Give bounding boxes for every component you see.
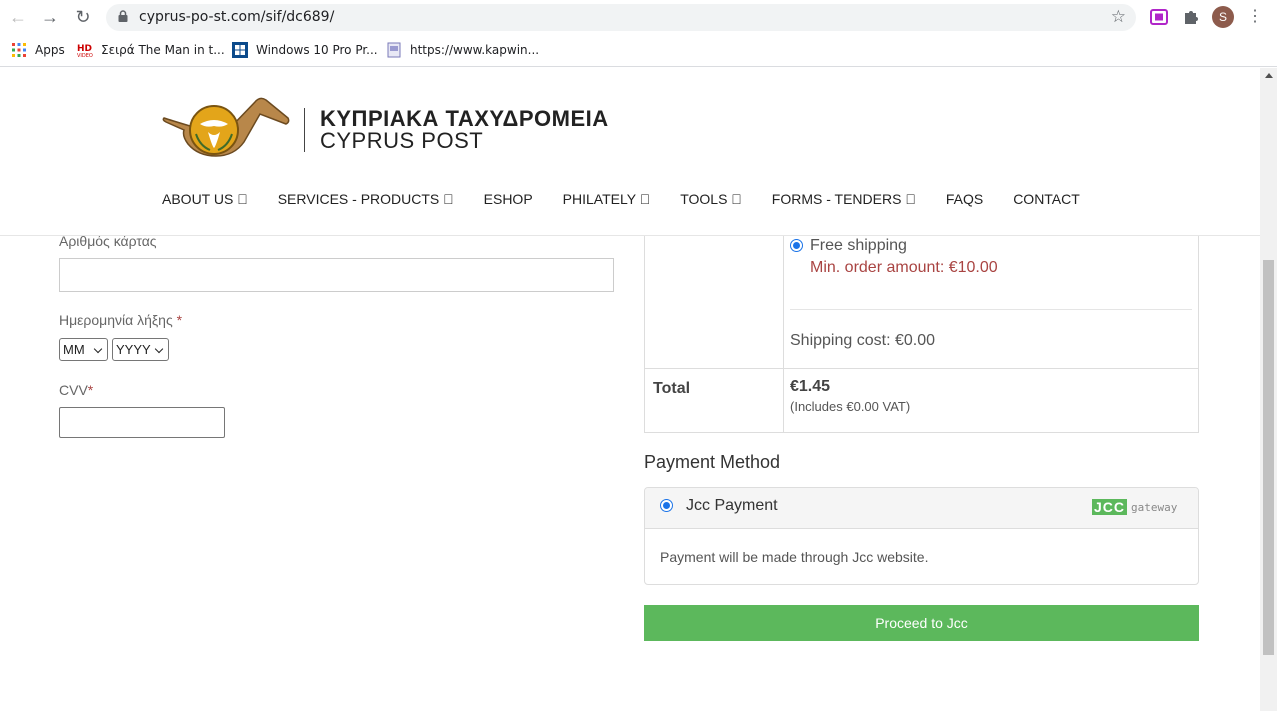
- extension-screen-icon[interactable]: [1149, 7, 1169, 27]
- bookmark-windows[interactable]: Windows 10 Pro Pr...: [232, 41, 378, 59]
- nav-faqs[interactable]: FAQS: [946, 191, 983, 207]
- forward-icon[interactable]: →: [39, 6, 61, 28]
- logo-divider: [304, 108, 305, 152]
- nav-tools[interactable]: TOOLS : [680, 191, 742, 207]
- card-number-input[interactable]: [59, 258, 614, 292]
- reload-icon[interactable]: ↻: [72, 6, 94, 28]
- expiry-label: Ημερομηνία λήξης *: [59, 312, 182, 328]
- free-shipping-radio[interactable]: [790, 239, 803, 252]
- windows-icon: [232, 42, 248, 58]
- vat-note: (Includes €0.00 VAT): [790, 399, 911, 414]
- shipping-divider: [790, 309, 1192, 310]
- jcc-logo-brand: JCC: [1092, 499, 1128, 515]
- bookmark-label: Windows 10 Pro Pr...: [256, 43, 378, 57]
- more-menu-icon[interactable]: ⋮: [1244, 6, 1266, 28]
- expiry-month-select[interactable]: MM: [59, 338, 108, 361]
- site-header: ΚΥΠΡΙΑΚΑ ΤΑΧΥΔΡΟΜΕΙΑ CYPRUS POST ABOUT U…: [0, 68, 1260, 236]
- bookmark-label: https://www.kapwin...: [410, 43, 540, 57]
- cvv-label: CVV*: [59, 382, 93, 398]
- nav-about-us[interactable]: ABOUT US : [162, 191, 248, 207]
- page-icon: [387, 42, 401, 58]
- jcc-payment-label: Jcc Payment: [686, 497, 778, 514]
- payment-method-panel: Jcc Payment JCC gateway Payment will be …: [644, 487, 1199, 585]
- svg-text:VIDEO: VIDEO: [77, 53, 93, 58]
- logo-text-english: CYPRUS POST: [320, 128, 484, 153]
- cvv-input[interactable]: [59, 407, 225, 438]
- expiry-year-value: YYYY: [116, 342, 151, 357]
- required-marker: *: [176, 312, 183, 328]
- browser-toolbar: ← → ↻ cyprus-po-st.com/sif/dc689/ ☆ S ⋮: [0, 0, 1277, 34]
- required-marker: *: [87, 382, 94, 398]
- jcc-gateway-logo: JCC gateway: [1092, 499, 1177, 515]
- shipping-min-note: Min. order amount: €10.00: [810, 259, 998, 276]
- expiry-year-select[interactable]: YYYY: [112, 338, 169, 361]
- order-summary-table: Free shipping Min. order amount: €10.00 …: [644, 236, 1199, 433]
- total-label: Total: [653, 380, 691, 397]
- profile-avatar[interactable]: S: [1212, 6, 1234, 28]
- url-text: cyprus-po-st.com/sif/dc689/: [139, 9, 335, 25]
- bookmark-label: Apps: [35, 43, 65, 57]
- page-scrollbar[interactable]: [1260, 68, 1277, 711]
- nav-services-products[interactable]: SERVICES - PRODUCTS : [278, 191, 454, 207]
- table-divider: [645, 368, 1198, 369]
- shipping-option-label: Free shipping: [810, 237, 907, 254]
- jcc-logo-word: gateway: [1131, 500, 1178, 514]
- bookmark-label: Σειρά The Man in t...: [101, 43, 225, 57]
- web-page: ΚΥΠΡΙΑΚΑ ΤΑΧΥΔΡΟΜΕΙΑ CYPRUS POST ABOUT U…: [0, 68, 1260, 711]
- bookmark-series[interactable]: HD VIDEO Σειρά The Man in t...: [77, 41, 225, 59]
- extensions-puzzle-icon[interactable]: [1181, 7, 1201, 27]
- scroll-up-icon[interactable]: [1265, 73, 1273, 78]
- payment-method-heading: Payment Method: [644, 452, 781, 472]
- hd-video-icon: HD VIDEO: [77, 44, 93, 58]
- payment-method-header[interactable]: Jcc Payment JCC gateway: [645, 488, 1198, 529]
- lock-icon: [118, 10, 128, 22]
- bookmarks-bar: Apps HD VIDEO Σειρά The Man in t... Wind…: [0, 34, 1277, 67]
- cyprus-post-logo[interactable]: [160, 90, 292, 162]
- bookmark-kapwin[interactable]: https://www.kapwin...: [386, 41, 539, 59]
- proceed-to-jcc-button[interactable]: Proceed to Jcc: [644, 605, 1199, 641]
- nav-forms-tenders[interactable]: FORMS - TENDERS : [772, 191, 916, 207]
- apps-grid-icon: [12, 43, 26, 57]
- jcc-payment-radio[interactable]: [660, 499, 673, 512]
- expiry-label-text: Ημερομηνία λήξης: [59, 312, 173, 328]
- expiry-month-value: MM: [63, 342, 85, 357]
- scrollbar-thumb[interactable]: [1263, 260, 1274, 655]
- nav-philately[interactable]: PHILATELY : [563, 191, 651, 207]
- address-bar[interactable]: cyprus-po-st.com/sif/dc689/ ☆: [106, 4, 1136, 31]
- table-divider: [783, 236, 784, 432]
- nav-eshop[interactable]: ESHOP: [484, 191, 533, 207]
- main-nav: ABOUT US  SERVICES - PRODUCTS  ESHOP P…: [162, 191, 1080, 207]
- nav-contact[interactable]: CONTACT: [1013, 191, 1080, 207]
- back-icon[interactable]: ←: [7, 6, 29, 28]
- cvv-label-text: CVV: [59, 382, 88, 398]
- bookmark-star-icon[interactable]: ☆: [1111, 7, 1126, 27]
- total-value: €1.45: [790, 378, 831, 395]
- bookmark-apps[interactable]: Apps: [11, 41, 65, 59]
- shipping-cost: Shipping cost: €0.00: [790, 332, 935, 349]
- payment-description: Payment will be made through Jcc website…: [660, 549, 929, 565]
